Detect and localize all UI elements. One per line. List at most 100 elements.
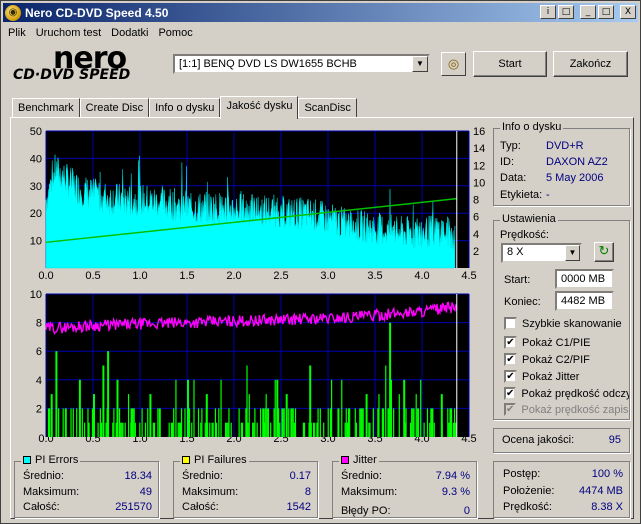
pif-bar [294, 408, 297, 437]
fast-scan-checkbox[interactable]: Szybkie skanowanie [504, 317, 622, 330]
tab-disc-info[interactable]: Info o dysku [149, 98, 221, 118]
pif-bar [360, 408, 362, 437]
pif-bar [377, 408, 379, 437]
show-pif-checkbox[interactable]: ✔ Pokaż C2/PIF [504, 353, 590, 366]
pif-bar [180, 408, 183, 437]
y-tick-label: 2 [36, 403, 42, 415]
pif-bar [171, 422, 174, 437]
y2-tick-label: 4 [473, 229, 479, 241]
pif-bar [152, 422, 154, 437]
tab-disc-quality[interactable]: Jakość dysku [220, 96, 299, 119]
show-jitter-checkbox[interactable]: ✔ Pokaż Jitter [504, 370, 579, 383]
pif-bar [345, 408, 347, 437]
check-icon[interactable]: ✔ [504, 387, 517, 400]
pif-bar-peak [285, 394, 288, 437]
pif-bar-peak [450, 408, 453, 437]
pif-bar [220, 379, 222, 437]
disc-type-value: DVD+R [546, 140, 584, 152]
pif-bar-peak [337, 408, 340, 437]
speed-select[interactable]: 8 X ▼ [501, 243, 582, 263]
pif-bar [226, 422, 228, 437]
start-button[interactable]: Start [473, 51, 547, 77]
pif-bar [241, 422, 244, 437]
pif-bar [288, 408, 290, 437]
pif-bar [97, 422, 99, 437]
pif-bar [347, 408, 350, 437]
pif-bar [113, 408, 115, 437]
disc-id-value: DAXON AZ2 [546, 156, 608, 168]
checkbox-label: Pokaż C1/PIE [522, 336, 591, 349]
menu-help[interactable]: Pomoc [153, 27, 197, 39]
progress-label: Postęp: [503, 468, 541, 480]
pif-total-label: Całość: [182, 501, 219, 513]
pif-bar [157, 408, 159, 437]
pif-bar [193, 379, 195, 437]
start-field[interactable] [555, 269, 614, 289]
pif-bar [266, 408, 268, 437]
pie-avg-label: Średnio: [23, 470, 64, 482]
checkbox-label: Pokaż Jitter [522, 370, 580, 383]
pif-bar [344, 422, 346, 437]
check-icon[interactable]: ✔ [504, 370, 517, 383]
pif-bar-peak [440, 394, 443, 437]
tab-benchmark[interactable]: Benchmark [12, 98, 80, 118]
pif-bar [453, 408, 456, 437]
pif-bar [147, 408, 149, 437]
show-read-speed-checkbox[interactable]: ✔ Pokaż prędkość odczy [504, 387, 629, 400]
tab-scandisc[interactable]: ScanDisc [298, 98, 357, 118]
eject-drive-button[interactable]: ◎ [441, 52, 466, 76]
menu-run-test[interactable]: Uruchom test [31, 27, 106, 39]
show-pie-checkbox[interactable]: ✔ Pokaż C1/PIE [504, 336, 590, 349]
pif-bar-peak [403, 379, 406, 437]
check-icon[interactable]: ✔ [504, 353, 517, 366]
pif-bar [200, 422, 202, 437]
menu-extras[interactable]: Dodatki [106, 27, 153, 39]
minimize-button[interactable]: _ [580, 5, 596, 19]
drive-select[interactable]: [1:1] BENQ DVD LS DW1655 BCHB ▼ [173, 54, 430, 74]
end-button[interactable]: Zakończ [553, 51, 628, 77]
pif-bar [279, 422, 281, 437]
pif-bar [409, 422, 412, 437]
x-tick-label: 4.5 [461, 433, 476, 445]
checkbox-label: Pokaż prędkość odczy [521, 387, 629, 400]
x-tick-label: 1.0 [132, 270, 147, 282]
chevron-down-icon[interactable]: ▼ [412, 56, 428, 72]
settings-title: Ustawienia [500, 213, 558, 225]
nero-app-icon: ◉ [5, 4, 21, 21]
pif-bar [273, 408, 275, 437]
check-icon[interactable]: ✔ [504, 336, 517, 349]
legend-label: PI Failures [194, 454, 247, 466]
pif-bar [47, 408, 50, 437]
end-field[interactable] [555, 291, 614, 311]
legend-swatch [23, 456, 31, 465]
tab-create-disc[interactable]: Create Disc [79, 98, 150, 118]
pif-bar-peak [149, 394, 152, 437]
close-button[interactable]: X [620, 5, 636, 19]
quality-charts: 0.0 0.5 1.0 1.5 2.0 2.5 3.0 3.5 4.0 4.5 10 20 30 40 50… [30, 126, 486, 445]
disc-info-title: Info o dysku [500, 121, 564, 133]
pif-bar [411, 408, 413, 437]
menu-file[interactable]: Plik [3, 27, 31, 39]
po-errors-value: 0 [463, 505, 470, 517]
pif-bar [359, 408, 361, 437]
pif-bar [227, 422, 229, 437]
checkbox-box[interactable] [504, 317, 517, 330]
refresh-speed-button[interactable]: ↻ [594, 242, 614, 262]
save-icon[interactable]: □ [558, 5, 574, 19]
info-icon[interactable]: i [540, 5, 556, 19]
pif-bar [331, 379, 333, 437]
pif-bar [447, 408, 449, 437]
jitter-max-label: Maksimum: [341, 486, 398, 498]
pif-bar [354, 408, 356, 437]
pif-bar [314, 422, 316, 437]
pif-bar [412, 408, 414, 437]
pif-bar [323, 422, 325, 437]
title-bar: ◉ Nero CD-DVD Speed 4.50 i □ _ □ X [3, 3, 638, 22]
pif-bar [378, 394, 380, 437]
pif-bar [267, 408, 270, 437]
y-tick-label: 6 [36, 346, 42, 358]
chevron-down-icon[interactable]: ▼ [565, 245, 580, 261]
pif-bar [120, 422, 122, 437]
pif-bar [282, 408, 284, 437]
maximize-button[interactable]: □ [598, 5, 614, 19]
